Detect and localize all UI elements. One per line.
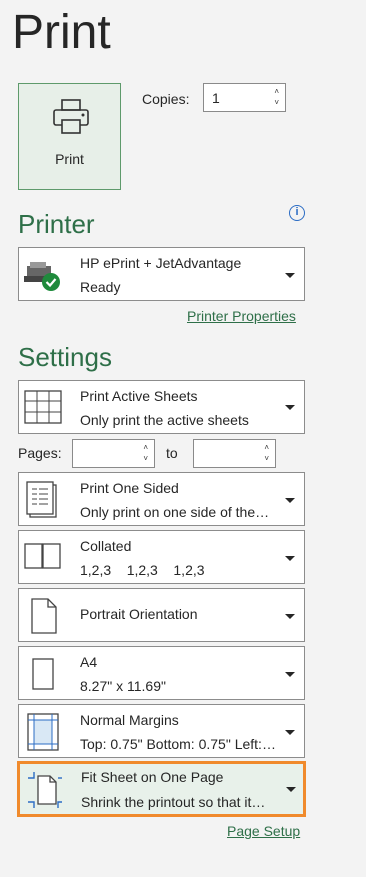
print-button-label: Print bbox=[55, 151, 84, 167]
sides-subtitle: Only print on one side of the… bbox=[80, 504, 270, 520]
printer-dropdown[interactable]: HP ePrint + JetAdvantage Ready bbox=[18, 247, 305, 301]
chevron-down-icon bbox=[285, 273, 295, 278]
fit-sheet-icon bbox=[28, 772, 62, 808]
pages-label: Pages: bbox=[18, 445, 62, 461]
sides-title: Print One Sided bbox=[80, 480, 179, 496]
page-title: Print bbox=[12, 6, 111, 59]
one-sided-page-icon bbox=[26, 481, 57, 518]
pages-from-input[interactable]: ˄ ˅ bbox=[72, 439, 155, 468]
print-what-title: Print Active Sheets bbox=[80, 388, 198, 404]
printer-name: HP ePrint + JetAdvantage bbox=[80, 255, 242, 271]
collation-subtitle: 1,2,3 1,2,3 1,2,3 bbox=[80, 562, 205, 578]
orientation-title: Portrait Orientation bbox=[80, 606, 198, 622]
info-icon[interactable]: i bbox=[289, 205, 305, 221]
margins-icon bbox=[27, 713, 59, 751]
margins-subtitle: Top: 0.75" Bottom: 0.75" Left:… bbox=[80, 736, 276, 752]
paper-size-icon bbox=[32, 658, 54, 690]
orientation-dropdown[interactable]: Portrait Orientation bbox=[18, 588, 305, 642]
chevron-down-icon bbox=[285, 614, 295, 619]
chevron-down-icon bbox=[286, 787, 296, 792]
settings-section-title: Settings bbox=[18, 342, 112, 372]
print-what-dropdown[interactable]: Print Active Sheets Only print the activ… bbox=[18, 380, 305, 434]
copies-label: Copies: bbox=[142, 91, 190, 107]
printer-status: Ready bbox=[80, 279, 121, 295]
pages-to-input[interactable]: ˄ ˅ bbox=[193, 439, 276, 468]
print-what-subtitle: Only print the active sheets bbox=[80, 412, 249, 428]
scaling-subtitle: Shrink the printout so that it… bbox=[81, 794, 266, 810]
chevron-down-icon bbox=[285, 730, 295, 735]
stepper-arrows[interactable]: ˄ ˅ bbox=[143, 442, 148, 464]
collated-pages-icon bbox=[24, 543, 61, 569]
chevron-down-icon bbox=[285, 672, 295, 677]
copies-stepper[interactable]: 1 ˄ ˅ bbox=[203, 83, 286, 112]
margins-dropdown[interactable]: Normal Margins Top: 0.75" Bottom: 0.75" … bbox=[18, 704, 305, 758]
stepper-arrows[interactable]: ˄ ˅ bbox=[264, 442, 269, 464]
chevron-down-icon bbox=[285, 556, 295, 561]
page-setup-link[interactable]: Page Setup bbox=[227, 823, 300, 839]
paper-subtitle: 8.27" x 11.69" bbox=[80, 678, 166, 694]
paper-title: A4 bbox=[80, 654, 98, 670]
paper-size-dropdown[interactable]: A4 8.27" x 11.69" bbox=[18, 646, 305, 700]
scaling-title: Fit Sheet on One Page bbox=[81, 769, 224, 785]
print-button[interactable]: Print bbox=[18, 83, 121, 190]
margins-title: Normal Margins bbox=[80, 712, 179, 728]
scaling-dropdown[interactable]: Fit Sheet on One Page Shrink the printou… bbox=[17, 761, 306, 817]
chevron-down-icon bbox=[285, 498, 295, 503]
collation-dropdown[interactable]: Collated 1,2,3 1,2,3 1,2,3 bbox=[18, 530, 305, 584]
copies-value: 1 bbox=[212, 90, 220, 106]
chevron-down-icon bbox=[285, 405, 295, 410]
printer-ready-icon bbox=[24, 262, 60, 291]
printer-properties-link[interactable]: Printer Properties bbox=[187, 308, 296, 324]
portrait-page-icon bbox=[31, 598, 57, 634]
printer-icon bbox=[53, 99, 89, 134]
collation-title: Collated bbox=[80, 538, 132, 554]
sides-dropdown[interactable]: Print One Sided Only print on one side o… bbox=[18, 472, 305, 526]
stepper-arrows[interactable]: ˄ ˅ bbox=[274, 86, 279, 108]
printer-section-title: Printer bbox=[18, 209, 95, 239]
sheet-grid-icon bbox=[24, 390, 62, 424]
pages-to-label: to bbox=[166, 445, 178, 461]
